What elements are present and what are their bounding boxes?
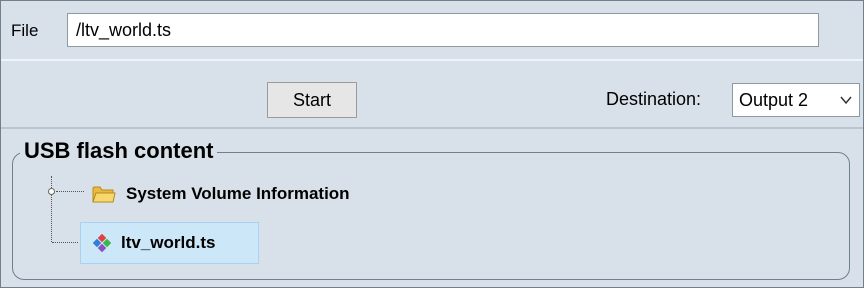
file-label: File	[11, 21, 39, 40]
file-row: File	[9, 13, 861, 49]
tree-expander[interactable]	[48, 188, 55, 195]
file-path-input[interactable]	[67, 13, 819, 47]
tree-line	[56, 191, 84, 192]
chevron-down-icon	[840, 96, 852, 105]
ts-file-icon	[93, 234, 111, 252]
usb-content-legend: USB flash content	[20, 138, 218, 164]
tree-item-file[interactable]: ltv_world.ts	[80, 222, 259, 264]
destination-select[interactable]: Output 2	[732, 83, 860, 117]
start-button[interactable]: Start	[267, 82, 357, 118]
tree-line	[51, 176, 52, 242]
action-row: Start Destination: Output 2	[1, 61, 863, 123]
tree-line	[52, 242, 78, 243]
destination-label: Destination:	[606, 89, 702, 109]
folder-icon	[92, 186, 116, 203]
destination-selected-value: Output 2	[739, 89, 809, 110]
section-divider	[1, 127, 863, 129]
tree-item-label: ltv_world.ts	[121, 233, 216, 252]
tree-item-folder[interactable]: System Volume Information	[92, 175, 356, 213]
tree-item-label: System Volume Information	[126, 184, 350, 203]
